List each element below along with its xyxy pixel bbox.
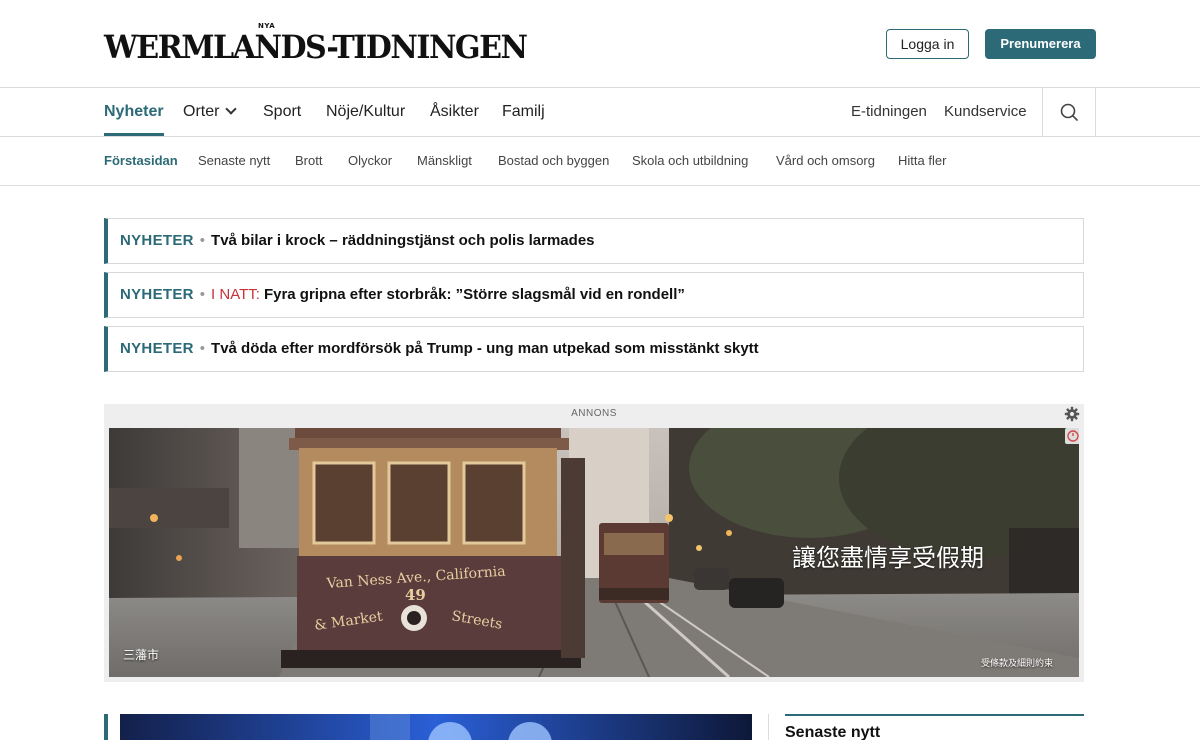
nav-item-noje-kultur[interactable]: Nöje/Kultur bbox=[326, 88, 405, 136]
headline-title: Fyra gripna efter storbråk: ”Större slag… bbox=[263, 286, 685, 303]
separator-dot: • bbox=[199, 340, 206, 357]
featured-article-image bbox=[120, 714, 752, 740]
site-header: NYA WERMLANDS-TIDNINGEN Logga in Prenume… bbox=[0, 0, 1200, 88]
nav-link-kundservice[interactable]: Kundservice bbox=[944, 88, 1027, 136]
column-divider bbox=[768, 714, 769, 740]
nav-item-sport[interactable]: Sport bbox=[263, 88, 301, 136]
main-nav: Nyheter Orter Sport Nöje/Kultur Åsikter … bbox=[0, 88, 1200, 137]
headline-section: NYHETER bbox=[120, 340, 194, 357]
breaking-tag: I NATT: bbox=[211, 286, 260, 303]
nav-item-familj[interactable]: Familj bbox=[502, 88, 545, 136]
headline-title: Två döda efter mordförsök på Trump - ung… bbox=[211, 340, 759, 357]
ad-headline: 讓您盡情享受假期 bbox=[792, 544, 984, 572]
nav-item-asikter[interactable]: Åsikter bbox=[430, 88, 479, 136]
login-button[interactable]: Logga in bbox=[886, 29, 969, 59]
subnav-item-manskligt[interactable]: Mänskligt bbox=[417, 137, 472, 185]
latest-news-accent bbox=[785, 714, 1084, 716]
nav-link-e-tidningen[interactable]: E-tidningen bbox=[851, 88, 927, 136]
subnav-item-olyckor[interactable]: Olyckor bbox=[348, 137, 392, 185]
headline-section: NYHETER bbox=[120, 286, 194, 303]
advertisement: ANNONS Van Ness Ave., California 49 & Ma… bbox=[104, 404, 1084, 682]
subnav-item-forstasidan[interactable]: Förstasidan bbox=[104, 137, 178, 185]
headline-item[interactable]: NYHETER • Två döda efter mordförsök på Tru… bbox=[104, 326, 1084, 372]
subnav-item-bostad[interactable]: Bostad och byggen bbox=[498, 137, 609, 185]
site-logo[interactable]: NYA WERMLANDS-TIDNINGEN bbox=[104, 22, 528, 68]
subnav-item-skola[interactable]: Skola och utbildning bbox=[632, 137, 748, 185]
nav-item-orter[interactable]: Orter bbox=[183, 88, 238, 136]
chevron-down-icon bbox=[225, 103, 238, 115]
headline-item[interactable]: NYHETER • Två bilar i krock – räddningstjä… bbox=[104, 218, 1084, 264]
separator-dot: • bbox=[199, 286, 206, 303]
headline-item[interactable]: NYHETER • I NATT: Fyra gripna efter storbrå… bbox=[104, 272, 1084, 318]
nav-item-orter-label: Orter bbox=[183, 103, 220, 120]
headline-title: Två bilar i krock – räddningstjänst och … bbox=[211, 232, 595, 249]
nav-item-nyheter[interactable]: Nyheter bbox=[104, 88, 164, 136]
search-icon bbox=[1060, 103, 1078, 121]
subnav-item-senaste-nytt[interactable]: Senaste nytt bbox=[198, 137, 270, 185]
logo-wordmark: WERMLANDS-TIDNINGEN bbox=[104, 28, 528, 66]
section-subnav: Förstasidan Senaste nytt Brott Olyckor M… bbox=[0, 137, 1200, 186]
featured-article[interactable] bbox=[104, 714, 752, 740]
tram-number: 49 bbox=[405, 586, 426, 604]
latest-news-heading: Senaste nytt bbox=[785, 724, 881, 740]
police-lights-photo bbox=[120, 714, 752, 740]
gear-icon[interactable] bbox=[1064, 406, 1080, 422]
subnav-item-brott[interactable]: Brott bbox=[295, 137, 322, 185]
ad-city-label: 三藩市 bbox=[123, 648, 160, 662]
subnav-item-vard[interactable]: Vård och omsorg bbox=[776, 137, 875, 185]
headline-section: NYHETER bbox=[120, 232, 194, 249]
subscribe-button[interactable]: Prenumerera bbox=[985, 29, 1096, 59]
separator-dot: • bbox=[199, 232, 206, 249]
adchoices-icon[interactable] bbox=[1065, 428, 1079, 444]
adchoices-glyph bbox=[1067, 430, 1079, 442]
ad-label: ANNONS bbox=[571, 408, 617, 419]
search-button[interactable] bbox=[1042, 88, 1096, 136]
ad-banner-image[interactable]: Van Ness Ave., California 49 & Market St… bbox=[109, 428, 1079, 677]
ad-terms-note: 受條款及細則約束 bbox=[981, 659, 1054, 669]
subnav-item-hitta-fler[interactable]: Hitta fler bbox=[898, 137, 946, 185]
